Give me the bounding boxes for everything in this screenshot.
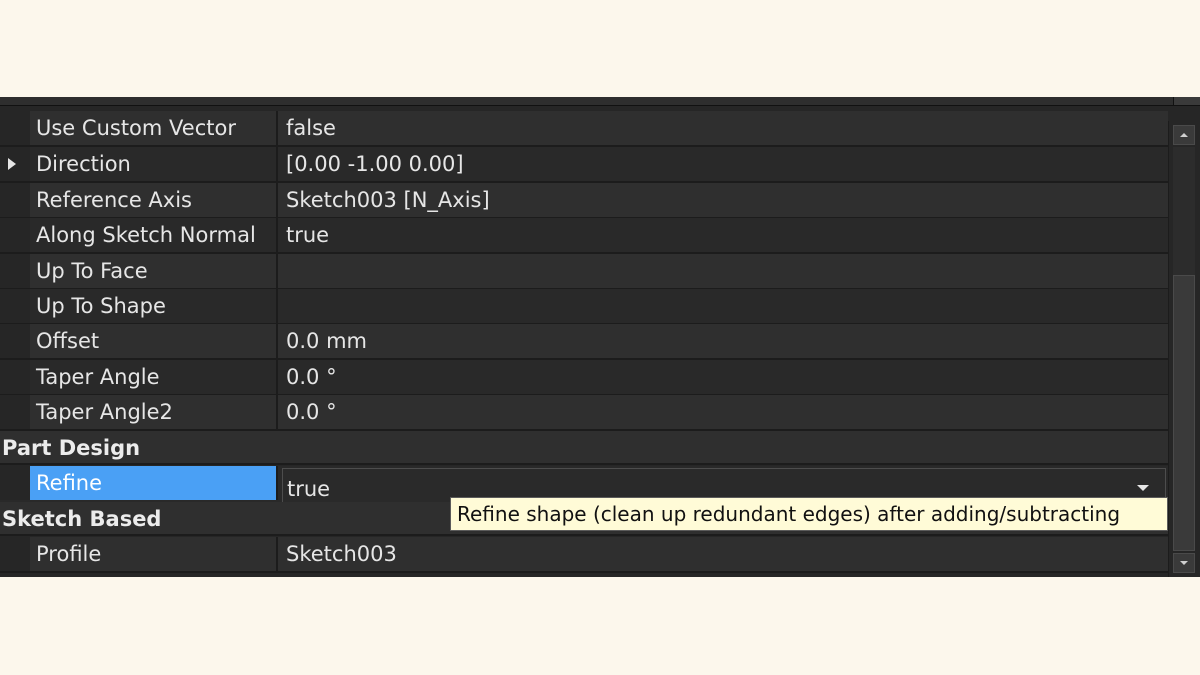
- chevron-down-icon: [1180, 561, 1188, 565]
- property-row-up-to-shape[interactable]: Up To Shape: [0, 289, 1168, 325]
- property-name: Up To Shape: [30, 289, 278, 323]
- row-indent: [0, 147, 30, 181]
- property-value[interactable]: true: [280, 218, 1168, 252]
- row-indent: [0, 254, 30, 288]
- property-row-offset[interactable]: Offset 0.0 mm: [0, 324, 1168, 360]
- row-indent: [0, 537, 30, 571]
- property-name: Offset: [30, 324, 278, 358]
- property-row-use-custom-vector[interactable]: Use Custom Vector false: [0, 111, 1168, 147]
- tooltip: Refine shape (clean up redundant edges) …: [450, 497, 1168, 531]
- row-indent: [0, 111, 30, 145]
- property-value[interactable]: 0.0 °: [280, 360, 1168, 394]
- property-name: Reference Axis: [30, 183, 278, 217]
- property-row-along-sketch-normal[interactable]: Along Sketch Normal true: [0, 218, 1168, 254]
- row-indent: [0, 360, 30, 394]
- property-name: Direction: [30, 147, 278, 181]
- property-value[interactable]: Sketch003 [N_Axis]: [280, 183, 1168, 217]
- property-value[interactable]: Sketch003: [280, 537, 1168, 571]
- chevron-down-icon[interactable]: [1137, 485, 1149, 491]
- chevron-up-icon: [1180, 133, 1188, 137]
- scroll-thumb[interactable]: [1173, 275, 1195, 551]
- vertical-scrollbar[interactable]: [1168, 121, 1200, 577]
- property-row-taper-angle[interactable]: Taper Angle 0.0 °: [0, 360, 1168, 396]
- property-name: Profile: [30, 537, 278, 571]
- expand-arrow-icon[interactable]: [8, 158, 16, 170]
- property-value[interactable]: [0.00 -1.00 0.00]: [280, 147, 1168, 181]
- row-indent: [0, 289, 30, 323]
- property-row-profile[interactable]: Profile Sketch003: [0, 537, 1168, 573]
- property-row-up-to-face[interactable]: Up To Face: [0, 254, 1168, 290]
- property-row-direction[interactable]: Direction [0.00 -1.00 0.00]: [0, 147, 1168, 183]
- row-indent: [0, 395, 30, 429]
- group-header-part-design[interactable]: Part Design: [0, 431, 1168, 465]
- property-name: Along Sketch Normal: [30, 218, 278, 252]
- row-indent: [0, 466, 30, 500]
- property-value[interactable]: [280, 254, 1168, 288]
- row-indent: [0, 183, 30, 217]
- property-value[interactable]: 0.0 °: [280, 395, 1168, 429]
- property-name: Taper Angle: [30, 360, 278, 394]
- property-value[interactable]: false: [280, 111, 1168, 145]
- property-name: Taper Angle2: [30, 395, 278, 429]
- property-value[interactable]: 0.0 mm: [280, 324, 1168, 358]
- property-name: Up To Face: [30, 254, 278, 288]
- property-row-reference-axis[interactable]: Reference Axis Sketch003 [N_Axis]: [0, 183, 1168, 219]
- property-value[interactable]: [280, 289, 1168, 323]
- property-name: Refine: [30, 466, 278, 500]
- row-indent: [0, 218, 30, 252]
- panel-header-button[interactable]: [1173, 97, 1200, 105]
- scroll-track[interactable]: [1173, 147, 1195, 551]
- row-indent: [0, 324, 30, 358]
- scroll-down-button[interactable]: [1173, 553, 1195, 573]
- property-row-taper-angle2[interactable]: Taper Angle2 0.0 °: [0, 395, 1168, 431]
- property-name: Use Custom Vector: [30, 111, 278, 145]
- scroll-up-button[interactable]: [1173, 125, 1195, 145]
